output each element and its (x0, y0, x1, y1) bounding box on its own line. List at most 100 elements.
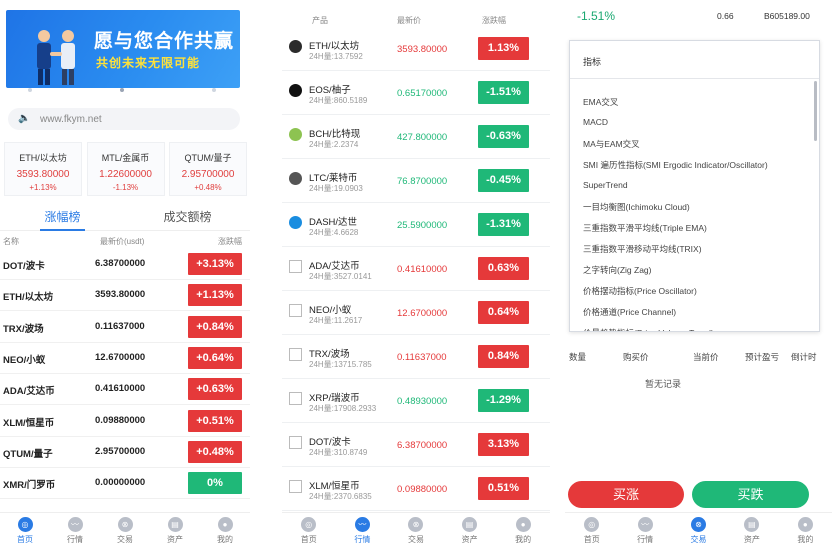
dropdown-divider (570, 78, 819, 79)
table-row[interactable]: XLM/恒星币 24H量:2370.6835 0.09880000 0.51% (282, 467, 550, 511)
table-row[interactable]: DASH/达世 24H量:4.6628 25.5900000 -1.31% (282, 203, 550, 247)
coin-price: 0.09880000 (95, 414, 146, 426)
ticker-card[interactable]: ETH/以太坊 3593.80000 +1.13% (4, 142, 82, 196)
nav-item-4[interactable]: ● 我的 (779, 513, 832, 550)
table-row[interactable]: ETH/以太坊 24H量:13.7592 3593.80000 1.13% (282, 27, 550, 71)
change-badge: 1.13% (478, 37, 529, 60)
carousel-dot[interactable] (120, 88, 124, 92)
nav-item-0[interactable]: ◎ 首页 (565, 513, 618, 550)
nav-item-3[interactable]: ▤ 资产 (150, 513, 200, 550)
nav-item-2[interactable]: ⊗ 交易 (672, 513, 725, 550)
coin-icon (289, 84, 302, 97)
table-row[interactable]: DOT/波卡 24H量:310.8749 6.38700000 3.13% (282, 423, 550, 467)
nav-item-2[interactable]: ⊗ 交易 (100, 513, 150, 550)
nav-item-3[interactable]: ▤ 资产 (725, 513, 778, 550)
table-row[interactable]: NEO/小蚁 24H量:11.2617 12.6700000 0.64% (282, 291, 550, 335)
change-badge: -0.45% (478, 169, 529, 192)
indicator-option[interactable]: MA与EAM交叉 (583, 138, 640, 150)
coin-price: 0.11637000 (95, 320, 145, 332)
coin-name: BCH/比特现 (309, 129, 361, 140)
nav-icon: ▤ (744, 517, 760, 532)
header-change: 涨跌幅 (218, 237, 242, 246)
table-row[interactable]: DOT/波卡 6.38700000 +3.13% (0, 249, 250, 280)
coin-name: EOS/柚子 (309, 85, 351, 96)
nav-item-1[interactable]: 〰 行情 (618, 513, 671, 550)
orders-header-cell: 购买价 (623, 352, 649, 362)
coin-icon (289, 128, 302, 141)
nav-item-3[interactable]: ▤ 资产 (443, 513, 497, 550)
table-row[interactable]: TRX/波场 24H量:13715.785 0.11637000 0.84% (282, 335, 550, 379)
table-row[interactable]: ADA/艾达币 0.41610000 +0.63% (0, 374, 250, 406)
table-row[interactable]: XLM/恒星币 0.09880000 +0.51% (0, 406, 250, 437)
coin-name: TRX/波场 (3, 323, 44, 335)
change-badge: +3.13% (188, 253, 242, 275)
buy-up-button[interactable]: 买涨 (568, 481, 684, 508)
carousel-dots (0, 88, 250, 96)
tab-gainers[interactable]: 涨幅榜 (0, 205, 125, 231)
table-row[interactable]: TRX/波场 0.11637000 +0.84% (0, 312, 250, 343)
indicator-option[interactable]: 三重指数平滑移动平均线(TRIX) (583, 243, 702, 255)
indicator-option[interactable]: 之字转向(Zig Zag) (583, 264, 651, 276)
coin-price: 427.800000 (397, 132, 448, 143)
carousel-dot[interactable] (28, 88, 32, 92)
nav-item-2[interactable]: ⊗ 交易 (389, 513, 443, 550)
coin-name: XLM/恒星币 (309, 481, 360, 492)
nav-item-4[interactable]: ● 我的 (496, 513, 550, 550)
broken-image-icon (289, 304, 302, 317)
indicator-option[interactable]: 三重指数平滑平均线(Triple EMA) (583, 222, 707, 234)
nav-item-0[interactable]: ◎ 首页 (282, 513, 336, 550)
ticker-name: MTL/金属币 (101, 153, 150, 163)
coin-name: ADA/艾达币 (309, 261, 360, 272)
coin-price: 3593.80000 (397, 44, 448, 55)
ticker-card[interactable]: QTUM/量子 2.95700000 +0.48% (169, 142, 247, 196)
nav-label: 交易 (407, 535, 424, 544)
nav-item-0[interactable]: ◎ 首页 (0, 513, 50, 550)
indicator-option[interactable]: 价格通道(Price Channel) (583, 306, 676, 318)
coin-price: 6.38700000 (397, 440, 448, 451)
indicator-option[interactable]: EMA交叉 (583, 96, 618, 108)
dropdown-scrollbar[interactable] (814, 81, 817, 141)
coin-name: DOT/波卡 (3, 261, 45, 272)
table-row[interactable]: ETH/以太坊 3593.80000 +1.13% (0, 280, 250, 312)
table-row[interactable]: XRP/瑞波币 24H量:17908.2933 0.48930000 -1.29… (282, 379, 550, 423)
coin-price: 0.09880000 (397, 484, 448, 495)
table-row[interactable]: XMR/门罗币 0.00000000 0% (0, 468, 250, 500)
indicator-dropdown[interactable]: 指标 EMA交叉 MACD MA与EAM交叉 SMI 遍历性指标(SMI Ergodi… (569, 40, 820, 332)
nav-label: 行情 (354, 535, 371, 544)
table-row[interactable]: QTUM/量子 2.95700000 +0.48% (0, 437, 250, 468)
nav-icon: ◎ (301, 517, 317, 532)
notice-bar[interactable]: 🔈 www.fkym.net (8, 108, 240, 130)
nav-item-1[interactable]: 〰 行情 (336, 513, 390, 550)
ticker-change: -1.13% (112, 183, 139, 192)
indicator-option[interactable]: 一目均衡图(Ichimoku Cloud) (583, 201, 690, 213)
carousel-dot[interactable] (212, 88, 216, 92)
table-row[interactable]: LTC/莱特币 24H量:19.0903 76.8700000 -0.45% (282, 159, 550, 203)
dropdown-title: 指标 (583, 57, 602, 67)
buy-down-button[interactable]: 买跌 (692, 481, 809, 508)
nav-label: 我的 (515, 535, 532, 544)
table-row[interactable]: NEO/小蚁 12.6700000 +0.64% (0, 343, 250, 374)
ticker-card[interactable]: MTL/金属币 1.22600000 -1.13% (86, 142, 165, 196)
table-row[interactable]: EOS/柚子 24H量:860.5189 0.65170000 -1.51% (282, 71, 550, 115)
coin-name: ADA/艾达币 (3, 386, 55, 398)
indicator-option[interactable]: SMI 遍历性指标(SMI Ergodic Indicator/Oscillat… (583, 159, 768, 171)
nav-item-4[interactable]: ● 我的 (200, 513, 250, 550)
coin-icon (289, 216, 302, 229)
coin-name: XRP/瑞波币 (309, 393, 360, 404)
indicator-option[interactable]: SuperTrend (583, 180, 628, 190)
indicator-option[interactable]: 价量趋势指标(Price Volume Trend) (583, 327, 714, 331)
indicator-option[interactable]: MACD (583, 117, 608, 127)
coin-price: 12.6700000 (397, 308, 448, 319)
change-badge: 0.51% (478, 477, 529, 500)
ticker-price: 2.95700000 (181, 169, 235, 180)
table-row[interactable]: BCH/比特现 24H量:2.2374 427.800000 -0.63% (282, 115, 550, 159)
nav-label: 交易 (690, 535, 707, 544)
tab-volume[interactable]: 成交额榜 (125, 205, 250, 230)
promo-banner[interactable]: 愿与您合作共赢 共创未来无限可能 (6, 10, 240, 88)
broken-image-icon (289, 260, 302, 273)
coin-name: QTUM/量子 (3, 448, 53, 460)
table-row[interactable]: ADA/艾达币 24H量:3527.0141 0.41610000 0.63% (282, 247, 550, 291)
nav-item-1[interactable]: 〰 行情 (50, 513, 100, 550)
coin-volume: 24H量:17908.2933 (309, 404, 377, 413)
indicator-option[interactable]: 价格摆动指标(Price Oscillator) (583, 285, 697, 297)
